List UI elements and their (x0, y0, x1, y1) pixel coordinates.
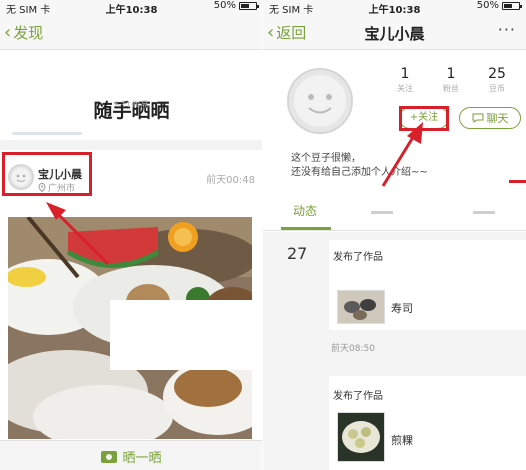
red-mark (509, 180, 526, 183)
nav-bar: ‹ 发现 (0, 14, 263, 50)
tab-underline (281, 227, 331, 230)
section-gap (0, 140, 263, 150)
back-label: 发现 (13, 24, 44, 42)
chat-button[interactable]: 聊天 (459, 107, 521, 129)
status-right: 50% (476, 0, 522, 11)
status-bar: 无 SIM 卡 上午10:38 50% (0, 0, 263, 16)
stat-value: 25 (488, 66, 506, 82)
chat-bubble-icon (472, 113, 483, 123)
battery-percent: 50% (476, 0, 499, 11)
stat-label: 粉丝 (443, 84, 459, 93)
right-screen: 无 SIM 卡 上午10:38 50% ‹ 返回 宝儿小晨 ··· 1 关注 1… (263, 0, 526, 470)
stat-label: 关注 (397, 84, 413, 93)
nav-bar: ‹ 返回 宝儿小晨 ··· (263, 14, 526, 50)
feed-item-thumbnail[interactable] (337, 290, 385, 324)
camera-icon (101, 450, 118, 463)
avatar-face-icon (294, 75, 346, 127)
stat-coins[interactable]: 25 豆币 (474, 66, 520, 94)
stat-value: 1 (446, 66, 456, 82)
profile-tabs: 动态 (263, 197, 526, 231)
feed-time: 前天08:50 (331, 344, 375, 354)
tab-dim[interactable] (473, 211, 495, 214)
feed-item-thumbnail[interactable] (337, 412, 385, 462)
status-right: 50% (213, 0, 259, 11)
tab-activity[interactable]: 动态 (293, 202, 317, 219)
sushi-image (338, 291, 384, 323)
feed-item-caption: 煎粿 (391, 434, 413, 447)
annotation-arrow (46, 202, 110, 266)
status-bar: 无 SIM 卡 上午10:38 50% (263, 0, 526, 16)
post-button-label: 晒一晒 (122, 451, 162, 466)
back-button[interactable]: ‹ 发现 (4, 22, 43, 43)
annotation-arrow (381, 122, 423, 187)
profile-avatar[interactable] (287, 68, 353, 134)
nav-title: 宝儿小晨 (364, 25, 425, 43)
work-count: 531作品 (113, 101, 150, 107)
feed-item-title: 发布了作品 (333, 252, 383, 263)
battery-percent: 50% (213, 0, 236, 11)
profile-stats: 1 关注 1 粉丝 25 豆币 (382, 66, 520, 94)
post-time: 前天00:48 (206, 175, 255, 186)
feed-item-caption: 寿司 (391, 302, 413, 315)
jiangguo-image (338, 413, 384, 461)
chat-button-label: 聊天 (486, 112, 509, 125)
page-header: 随手晒晒 531作品 (0, 50, 263, 150)
feed-item-title: 发布了作品 (333, 391, 383, 402)
chevron-left-icon: ‹ (4, 21, 12, 43)
post-button[interactable]: 晒一晒 (0, 447, 263, 466)
left-screen: 无 SIM 卡 上午10:38 50% ‹ 发现 随手晒晒 531作品 宝儿小晨 (0, 0, 263, 470)
bottom-bar: 晒一晒 (0, 440, 263, 470)
battery-icon (502, 1, 522, 10)
more-icon[interactable]: ··· (498, 20, 516, 39)
stat-value: 1 (400, 66, 410, 82)
stat-label: 豆币 (489, 84, 505, 93)
blurred-divider (12, 132, 82, 135)
feed-date: 27 (287, 244, 308, 263)
stat-followers[interactable]: 1 粉丝 (428, 66, 474, 94)
redaction-patch (118, 195, 188, 215)
battery-icon (239, 1, 259, 10)
redaction-patch (110, 300, 263, 370)
stat-following[interactable]: 1 关注 (382, 66, 428, 94)
tab-dim[interactable] (371, 211, 393, 214)
